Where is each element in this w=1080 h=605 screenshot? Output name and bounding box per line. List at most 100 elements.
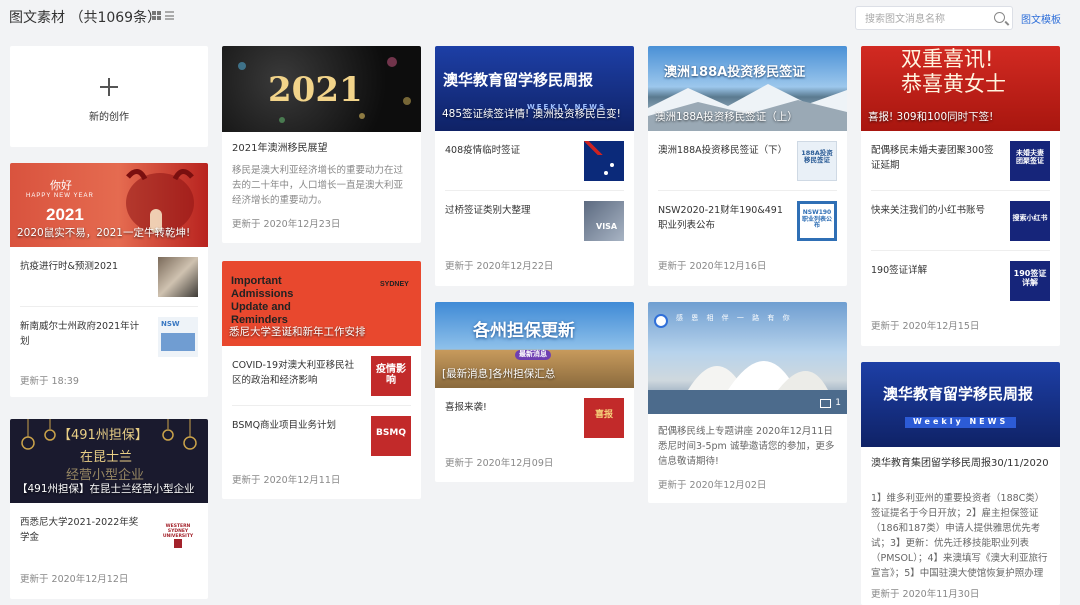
article-title: 澳华教育集团留学移民周报30/11/2020 — [871, 458, 1049, 469]
card-cover-image: 各州担保更新 最新消息 [最新消息]各州担保汇总 — [435, 302, 634, 388]
plus-icon — [100, 78, 118, 96]
view-toggle — [152, 11, 174, 20]
item-thumbnail: 疫情影响 — [371, 356, 411, 396]
cover-year: 2021 — [46, 205, 84, 224]
article-card[interactable]: 感 恩 相 伴 一 路 有 你 1 配偶移民线上专题讲座 2020年12月11日… — [648, 302, 847, 503]
logo-icon — [654, 314, 668, 328]
article-desc: 配偶移民线上专题讲座 2020年12月11日 悉尼时间3-5pm 诚挚邀请您的参… — [658, 426, 835, 467]
cover-line: HAPPY NEW YEAR — [26, 193, 94, 199]
item-thumbnail: BSMQ — [371, 416, 411, 456]
card-cover-image: 澳华教育留学移民周报 WEEKLY NEWS 485签证续签详情! 澳洲投资移民… — [435, 46, 634, 131]
article-desc: 1】维多利亚州的重要投资者（188C类）签证提名于今日开放；2】雇主担保签证（1… — [871, 493, 1048, 579]
list-view-icon[interactable] — [165, 11, 174, 20]
search-box — [855, 6, 1013, 31]
article-card[interactable]: 澳华教育留学移民周报 WEEKLY NEWS 485签证续签详情! 澳洲投资移民… — [435, 46, 634, 286]
updated-time: 更新于 2020年12月23日 — [232, 219, 341, 230]
article-card[interactable]: 各州担保更新 最新消息 [最新消息]各州担保汇总 喜报来袭! 喜报 更新于 20… — [435, 302, 634, 482]
list-item[interactable]: 快来关注我们的小红书账号 搜索小红书 — [871, 191, 1050, 251]
list-item[interactable]: 西悉尼大学2021-2022年奖学金 WESTERN SYDNEY UNIVER… — [20, 503, 198, 563]
item-title: 快来关注我们的小红书账号 — [871, 205, 986, 216]
gallery-icon — [820, 399, 831, 408]
article-card[interactable]: 你好 HAPPY NEW YEAR 2021 2020鼠实不易，2021一定牛转… — [10, 163, 208, 397]
list-item[interactable]: 新南威尔士州政府2021年计划 NSW — [20, 307, 198, 367]
updated-time: 更新于 2020年12月09日 — [445, 458, 554, 469]
item-title: 过桥签证类别大整理 — [445, 205, 531, 216]
item-title: COVID-19对澳大利亚移民社区的政治和经济影响 — [232, 360, 355, 386]
card-cover-image: 2021 — [222, 46, 421, 132]
list-item[interactable]: 408疫情临时签证 — [445, 131, 624, 191]
cover-title: 悉尼大学圣诞和新年工作安排 — [229, 326, 366, 338]
updated-time: 更新于 2020年11月30日 — [871, 589, 980, 600]
list-item[interactable]: 配偶移民未婚夫妻团聚300签证延期 未婚夫妻团聚签证 — [871, 131, 1050, 191]
search-icon[interactable] — [994, 12, 1005, 23]
cover-headline: Important Admissions Update and Reminder… — [231, 275, 294, 326]
list-item[interactable]: NSW2020-21财年190&491职业列表公布 NSW190职业列表公布 — [658, 191, 837, 251]
item-thumbnail: NSW — [158, 317, 198, 357]
card-cover-image: 你好 HAPPY NEW YEAR 2021 2020鼠实不易，2021一定牛转… — [10, 163, 208, 247]
item-thumbnail: 188A投资移民签证 — [797, 141, 837, 181]
item-thumbnail: 喜报 — [584, 398, 624, 438]
item-title: 澳洲188A投资移民签证（下） — [658, 145, 788, 156]
item-thumbnail: VISA — [584, 201, 624, 241]
list-item[interactable]: 过桥签证类别大整理 VISA — [445, 191, 624, 251]
item-thumbnail: 搜索小红书 — [1010, 201, 1050, 241]
article-card[interactable]: 澳华教育留学移民周报 Weekly NEWS 澳华教育集团留学移民周报30/11… — [861, 362, 1060, 605]
updated-time: 更新于 2020年12月02日 — [658, 480, 767, 491]
updated-time: 更新于 2020年12月16日 — [658, 261, 767, 272]
article-card[interactable]: Important Admissions Update and Reminder… — [222, 261, 421, 499]
template-link[interactable]: 图文模板 — [1021, 11, 1061, 26]
cover-title: [最新消息]各州担保汇总 — [442, 368, 556, 380]
article-card[interactable]: 澳洲188A投资移民签证 澳洲188A投资移民签证（上） 澳洲188A投资移民签… — [648, 46, 847, 286]
list-item[interactable]: BSMQ商业项目业务计划 BSMQ — [232, 406, 411, 466]
article-card[interactable]: 【491州担保】 在昆士兰 经营小型企业 【491州担保】在昆士兰经营小型企业 … — [10, 419, 208, 599]
page-title: 图文素材 （共1069条） — [9, 10, 162, 26]
article-desc: 移民是澳大利亚经济增长的重要动力在过去的二十年中，人口增长一直是澳大利亚经济增长… — [232, 165, 404, 206]
new-creation-card[interactable]: 新的创作 — [10, 46, 208, 147]
item-title: 408疫情临时签证 — [445, 145, 521, 156]
item-title: 喜报来袭! — [445, 402, 487, 413]
cover-title: 【491州担保】在昆士兰经营小型企业 — [17, 483, 195, 495]
item-title: NSW2020-21财年190&491职业列表公布 — [658, 205, 783, 231]
article-title: 2021年澳洲移民展望 — [232, 143, 328, 154]
card-cover-image: 澳华教育留学移民周报 Weekly NEWS — [861, 362, 1060, 447]
cover-title: 澳洲188A投资移民签证（上） — [655, 111, 798, 123]
grid-view-icon[interactable] — [152, 11, 161, 20]
cover-year: 2021 — [268, 70, 363, 110]
list-item[interactable]: 澳洲188A投资移民签证（下） 188A投资移民签证 — [658, 131, 837, 191]
list-item[interactable]: COVID-19对澳大利亚移民社区的政治和经济影响 疫情影响 — [232, 346, 411, 406]
list-item[interactable]: 190签证详解 190签证详解 — [871, 251, 1050, 311]
article-card[interactable]: 双重喜讯! 恭喜黄女士 喜报! 309和100同时下签! 配偶移民未婚夫妻团聚3… — [861, 46, 1060, 346]
card-cover-image: 双重喜讯! 恭喜黄女士 喜报! 309和100同时下签! — [861, 46, 1060, 131]
sydney-logo: SYDNEY — [380, 281, 409, 288]
card-cover-image: Important Admissions Update and Reminder… — [222, 261, 421, 346]
cover-title: 2020鼠实不易，2021一定牛转乾坤! — [17, 227, 191, 239]
item-thumbnail: WESTERN SYDNEY UNIVERSITY — [158, 513, 198, 553]
item-title: 配偶移民未婚夫妻团聚300签证延期 — [871, 145, 994, 171]
item-thumbnail: 190签证详解 — [1010, 261, 1050, 301]
updated-time: 更新于 2020年12月11日 — [232, 475, 341, 486]
card-cover-image: 【491州担保】 在昆士兰 经营小型企业 【491州担保】在昆士兰经营小型企业 — [10, 419, 208, 503]
new-creation-label: 新的创作 — [89, 112, 129, 123]
cover-title: 喜报! 309和100同时下签! — [868, 111, 994, 123]
item-title: 新南威尔士州政府2021年计划 — [20, 321, 140, 347]
list-item[interactable]: 抗疫进行时&预测2021 — [20, 247, 198, 307]
search-input[interactable] — [856, 8, 981, 31]
cover-greeting: 你好 — [50, 180, 72, 192]
updated-time: 更新于 18:39 — [20, 376, 79, 387]
card-cover-image: 感 恩 相 伴 一 路 有 你 1 — [648, 302, 847, 414]
item-thumbnail: 未婚夫妻团聚签证 — [1010, 141, 1050, 181]
list-item[interactable]: 喜报来袭! 喜报 — [445, 388, 624, 448]
item-thumbnail — [584, 141, 624, 181]
card-cover-image: 澳洲188A投资移民签证 澳洲188A投资移民签证（上） — [648, 46, 847, 131]
item-title: 抗疫进行时&预测2021 — [20, 261, 119, 272]
cover-title: 485签证续签详情! 澳洲投资移民巨变! — [442, 108, 621, 120]
top-bar: 图文素材 （共1069条） 图文模板 — [0, 0, 1080, 34]
item-thumbnail: NSW190职业列表公布 — [797, 201, 837, 241]
updated-time: 更新于 2020年12月12日 — [20, 574, 129, 585]
item-title: BSMQ商业项目业务计划 — [232, 420, 337, 431]
item-title: 西悉尼大学2021-2022年奖学金 — [20, 517, 139, 543]
updated-time: 更新于 2020年12月22日 — [445, 261, 554, 272]
article-card[interactable]: 2021 2021年澳洲移民展望 移民是澳大利亚经济增长的重要动力在过去的二十年… — [222, 46, 421, 243]
updated-time: 更新于 2020年12月15日 — [871, 321, 980, 332]
item-thumbnail — [158, 257, 198, 297]
